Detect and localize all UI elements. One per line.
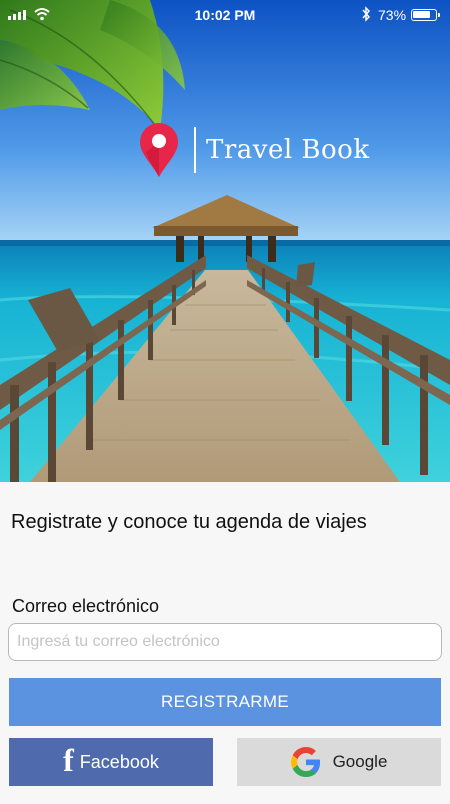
app-name: Travel Book — [206, 135, 370, 165]
battery-percent: 73% — [378, 7, 407, 23]
beach-pier-illustration — [0, 0, 450, 482]
app-logo: Travel Book — [138, 122, 370, 178]
tagline: Registrate y conoce tu agenda de viajes — [11, 511, 367, 533]
bluetooth-icon — [362, 6, 371, 22]
map-pin-icon — [140, 123, 178, 177]
google-icon — [290, 747, 320, 777]
google-label: Google — [332, 752, 388, 771]
logo-divider — [194, 127, 196, 173]
battery-icon — [411, 9, 440, 21]
email-label: Correo electrónico — [12, 596, 160, 616]
facebook-icon: f — [63, 742, 74, 778]
register-button[interactable]: REGISTRARME — [9, 678, 441, 726]
facebook-label: Facebook — [79, 751, 159, 772]
hero-image: 10:02 PM 73% Travel Book — [0, 0, 450, 482]
email-input[interactable] — [8, 623, 442, 661]
status-bar: 10:02 PM 73% — [0, 0, 450, 30]
google-button[interactable]: Google — [237, 738, 441, 786]
facebook-button[interactable]: f Facebook — [9, 738, 213, 786]
